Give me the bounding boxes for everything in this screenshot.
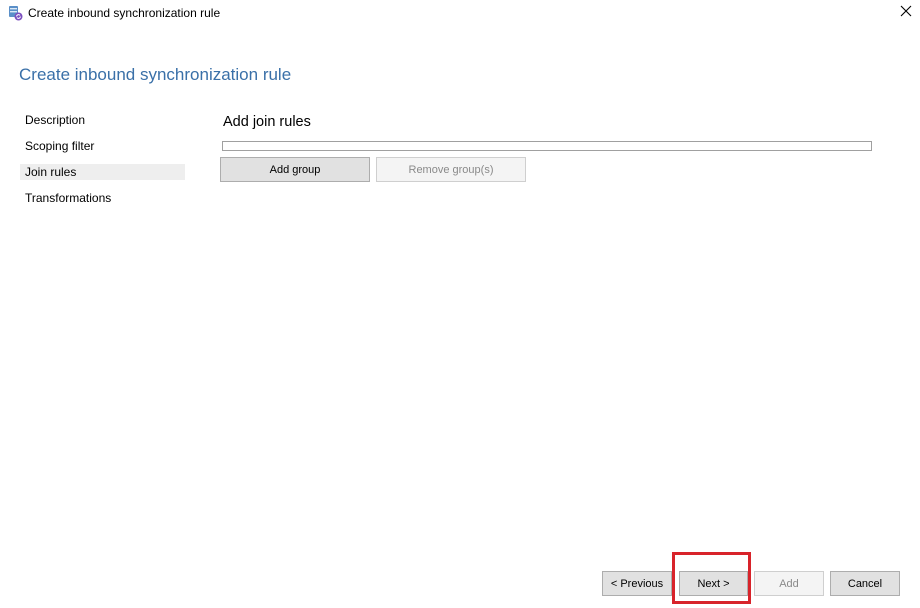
add-group-button[interactable]: Add group — [220, 157, 370, 182]
close-icon — [900, 4, 912, 22]
remove-group-button[interactable]: Remove group(s) — [376, 157, 526, 182]
wizard-nav: Description Scoping filter Join rules Tr… — [20, 112, 185, 216]
join-rules-group-box — [222, 141, 872, 151]
add-button[interactable]: Add — [754, 571, 824, 596]
previous-button[interactable]: < Previous — [602, 571, 672, 596]
section-title: Add join rules — [223, 114, 311, 130]
nav-item-join-rules[interactable]: Join rules — [20, 164, 185, 180]
title-bar: Create inbound synchronization rule — [0, 0, 920, 28]
window-title: Create inbound synchronization rule — [28, 6, 221, 20]
cancel-button[interactable]: Cancel — [830, 571, 900, 596]
nav-item-scoping-filter[interactable]: Scoping filter — [20, 138, 185, 154]
close-button[interactable] — [894, 2, 918, 24]
dialog-window: Create inbound synchronization rule Crea… — [0, 0, 920, 608]
nav-item-transformations[interactable]: Transformations — [20, 190, 185, 206]
nav-item-description[interactable]: Description — [20, 112, 185, 128]
sync-service-icon — [7, 5, 23, 21]
page-title: Create inbound synchronization rule — [19, 65, 292, 84]
next-button[interactable]: Next > — [679, 571, 748, 596]
